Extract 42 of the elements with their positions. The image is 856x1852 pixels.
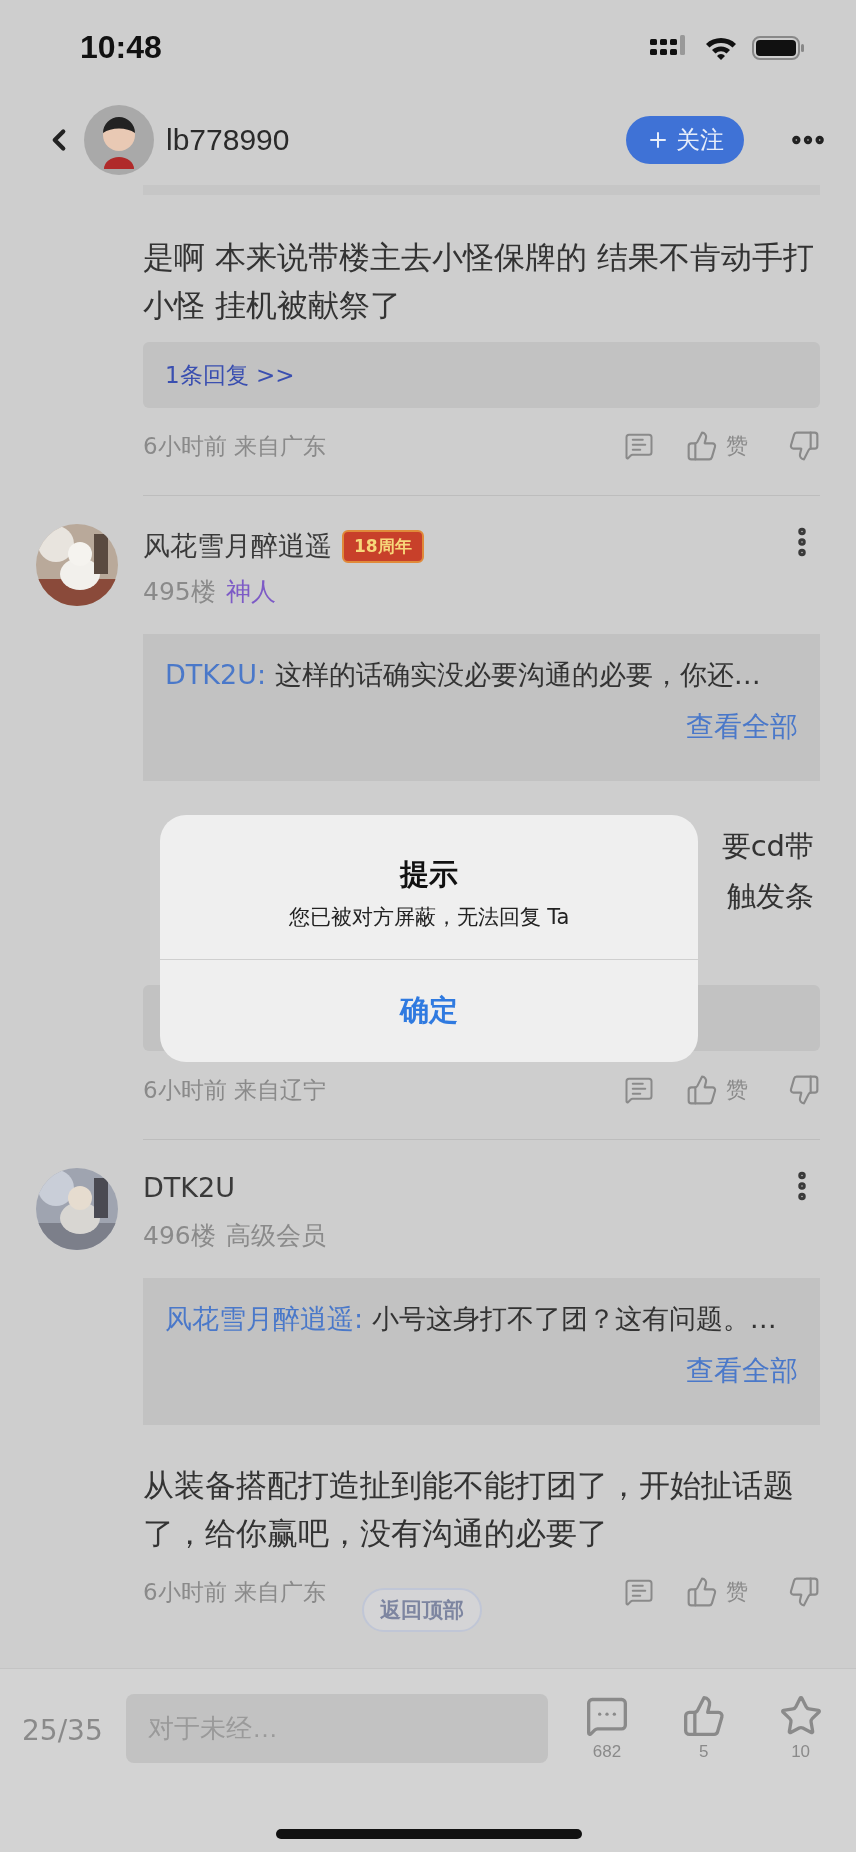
replies-link[interactable]: 1条回复 >> xyxy=(165,359,295,391)
battery-icon xyxy=(752,34,806,61)
user-rank: 高级会员 xyxy=(225,1220,326,1252)
confirm-button[interactable]: 确定 xyxy=(160,960,698,1062)
view-all-link[interactable]: 查看全部 xyxy=(686,708,798,746)
post-meta: 6小时前 来自广东 xyxy=(143,1577,327,1607)
dislike-button[interactable] xyxy=(788,430,820,462)
comment-button[interactable] xyxy=(624,1075,654,1105)
quote-text: DTK2U: 这样的话确实没必要沟通的必要，你还… xyxy=(165,658,762,692)
post-text: 触发条 xyxy=(727,878,814,915)
follow-button[interactable]: 关注 xyxy=(626,116,744,164)
anniversary-badge: 18周年 xyxy=(342,529,424,563)
post-meta: 6小时前 来自辽宁 xyxy=(143,1075,327,1105)
comment-button[interactable] xyxy=(624,431,654,461)
floor-number: 496楼 xyxy=(143,1220,216,1252)
like-button[interactable]: 赞 xyxy=(686,1074,748,1106)
comments-button[interactable]: 682 xyxy=(575,1694,639,1762)
comment-button[interactable] xyxy=(624,1577,654,1607)
view-all-link[interactable]: 查看全部 xyxy=(686,1352,798,1390)
dislike-button[interactable] xyxy=(788,1576,820,1608)
quote-text: 风花雪月醉逍遥: 小号这身打不了团？这有问题。… xyxy=(165,1302,778,1336)
avatar-icon xyxy=(84,105,154,175)
post-text: 要cd带 xyxy=(721,828,814,865)
author-name[interactable]: DTK2U xyxy=(143,1172,235,1203)
like-button[interactable]: 赞 xyxy=(686,1576,748,1608)
dialog-message: 您已被对方屏蔽，无法回复 Ta xyxy=(288,904,570,931)
post-text: 是啊 本来说带楼主去小怪保牌的 结果不肯动手打小怪 挂机被献祭了 xyxy=(143,238,815,325)
back-to-top-button[interactable]: 返回顶部 xyxy=(362,1588,482,1632)
thumbs-up-icon xyxy=(681,1694,726,1738)
user-rank: 神人 xyxy=(225,576,276,608)
post-meta: 6小时前 来自广东 xyxy=(143,431,327,461)
author-name[interactable]: 风花雪月醉逍遥 xyxy=(143,528,332,564)
like-button[interactable]: 赞 xyxy=(686,430,748,462)
favorites-button[interactable]: 10 xyxy=(769,1694,832,1762)
username: lb778990 xyxy=(166,123,291,157)
likes-button[interactable]: 5 xyxy=(672,1694,736,1762)
post-text: 从装备搭配打造扯到能不能打团了，开始扯话题了，给你赢吧，没有沟通的必要了 xyxy=(143,1466,795,1553)
status-time: 10:48 xyxy=(80,29,162,66)
floor-number: 495楼 xyxy=(143,576,216,608)
page-counter: 25/35 xyxy=(22,1714,104,1747)
dialog-title: 提示 xyxy=(400,856,458,893)
dislike-button[interactable] xyxy=(788,1074,820,1106)
